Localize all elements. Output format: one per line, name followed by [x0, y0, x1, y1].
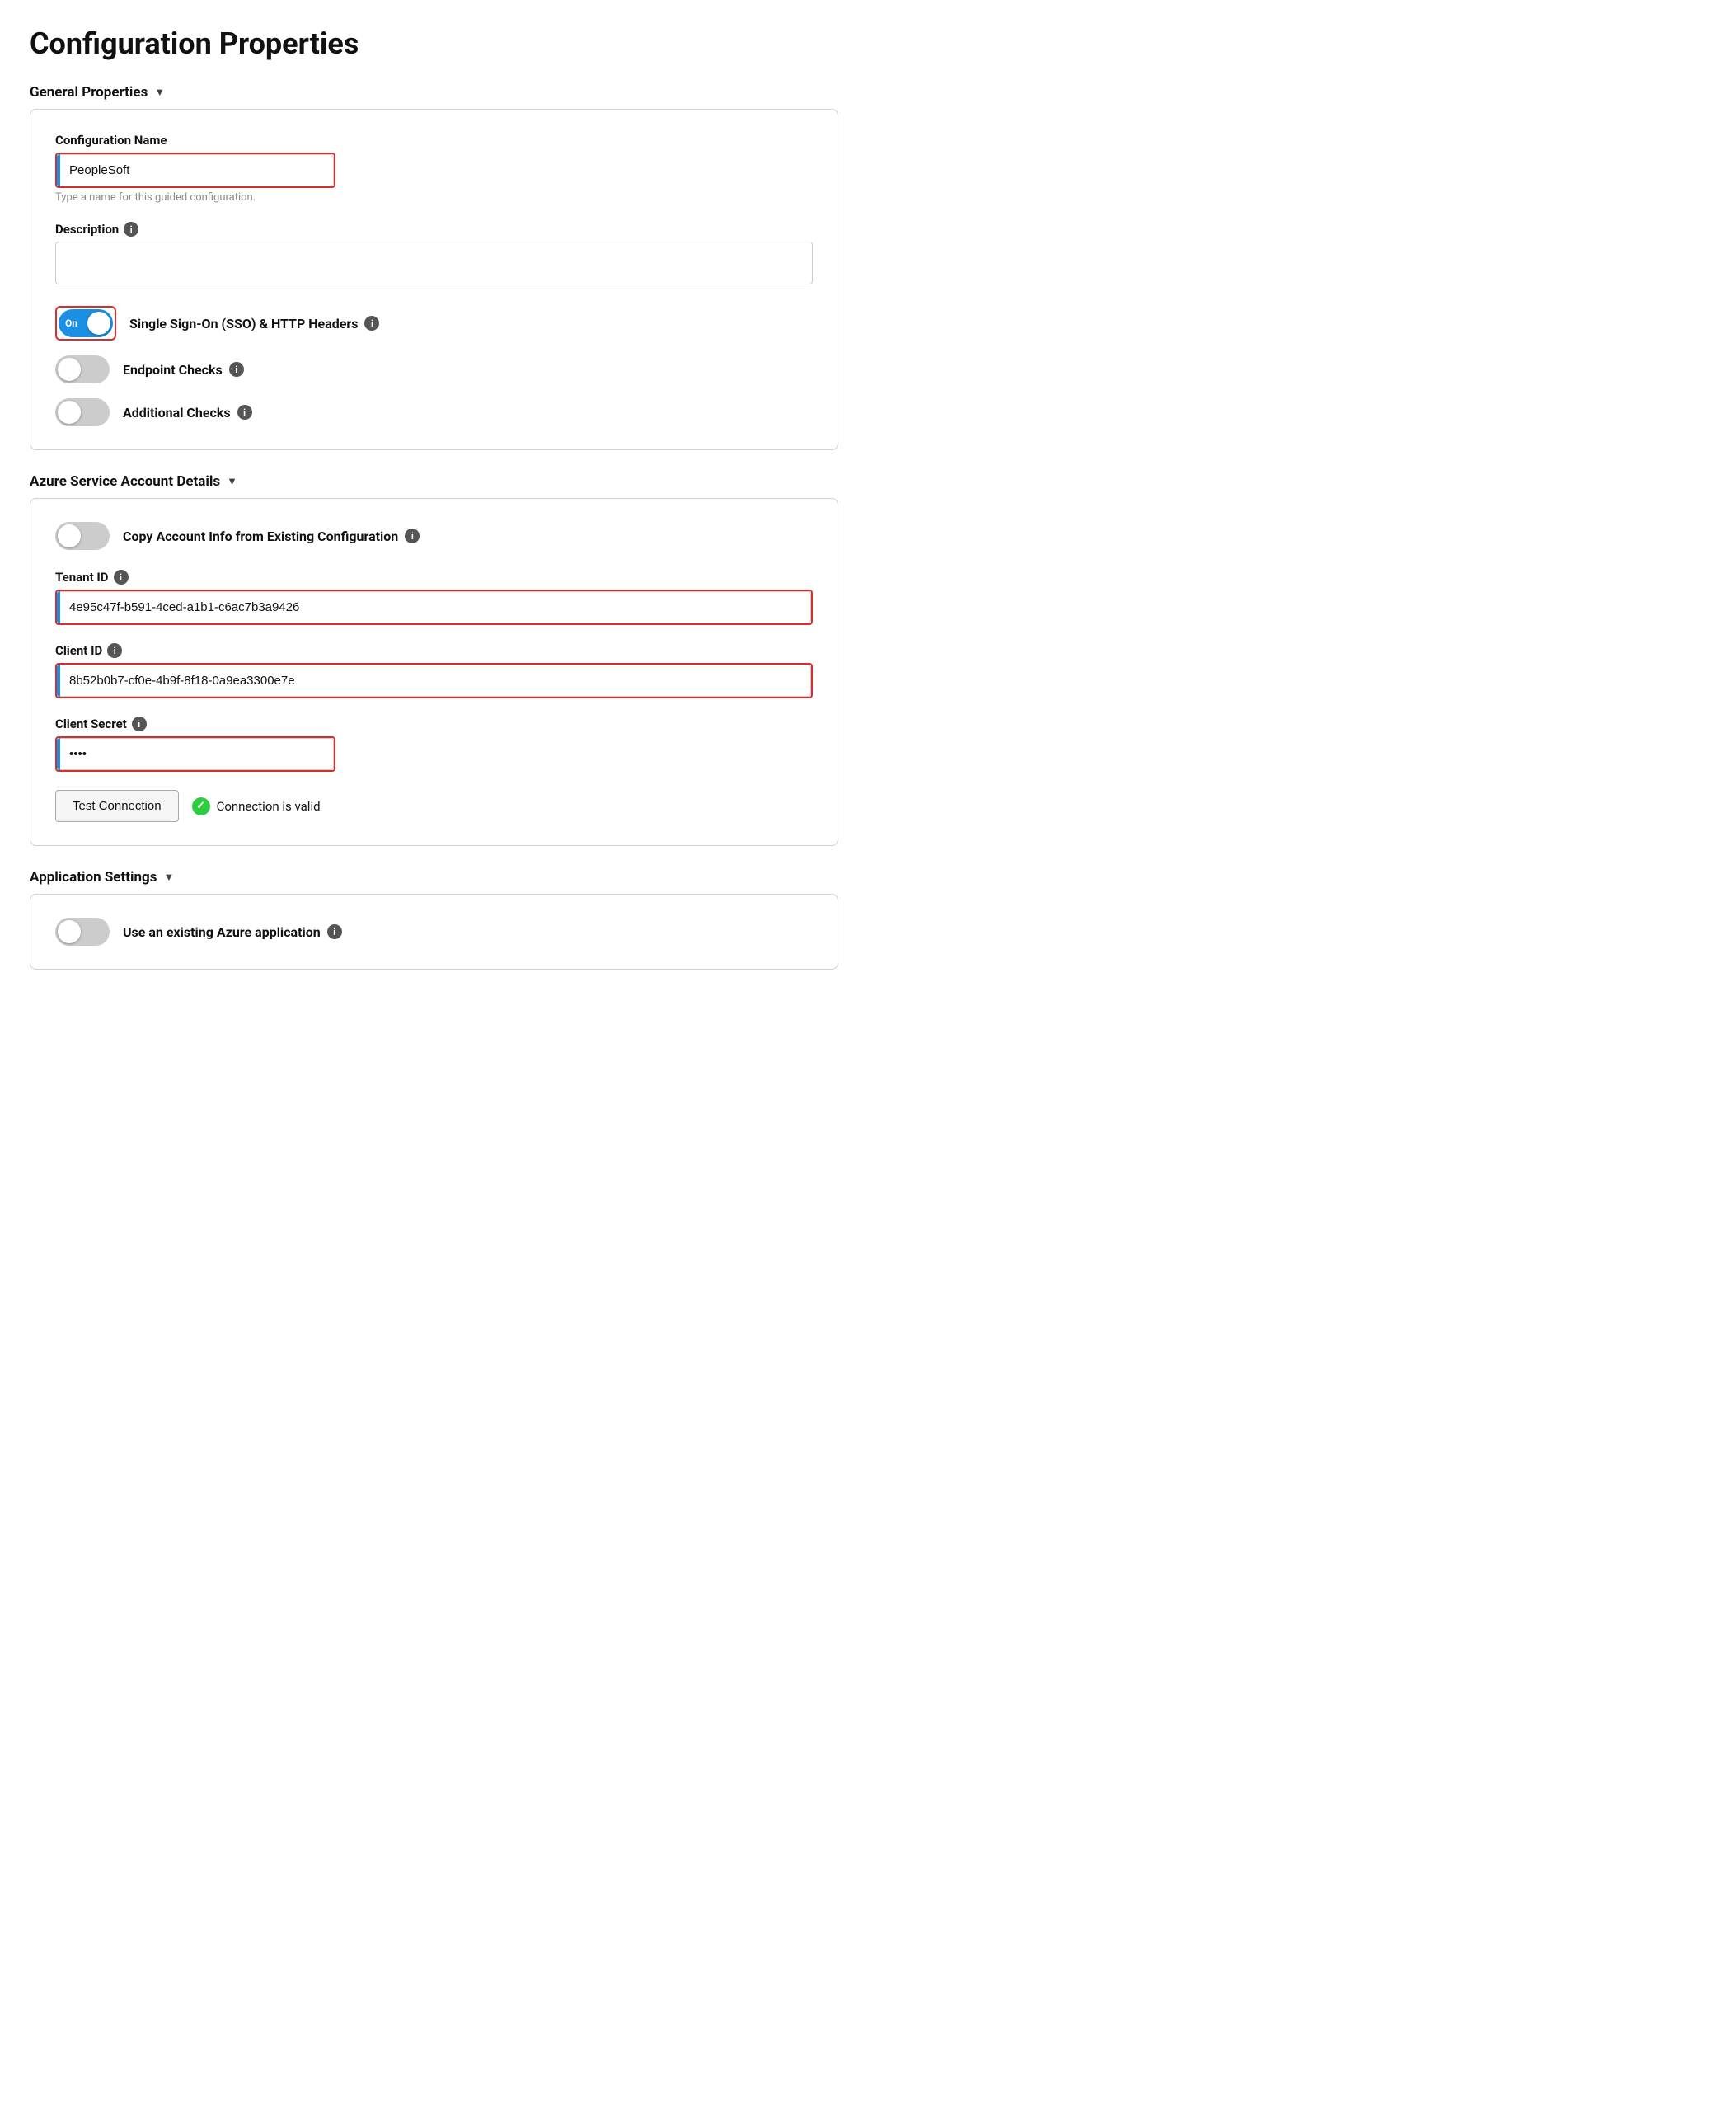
existing-app-toggle-row: Use an existing Azure application i	[55, 918, 813, 946]
endpoint-info-icon[interactable]: i	[229, 362, 244, 377]
azure-section-header: Azure Service Account Details ▼	[30, 473, 838, 490]
azure-section-label: Azure Service Account Details	[30, 473, 220, 490]
sso-toggle-track[interactable]: On	[59, 309, 113, 337]
sso-info-icon[interactable]: i	[364, 316, 379, 331]
endpoint-toggle-switch[interactable]	[55, 355, 110, 383]
copy-account-toggle-row: Copy Account Info from Existing Configur…	[55, 522, 813, 550]
client-secret-info-icon[interactable]: i	[132, 717, 147, 731]
client-id-group: Client ID i	[55, 643, 813, 698]
config-name-input[interactable]	[57, 154, 334, 186]
existing-app-toggle-track[interactable]	[55, 918, 110, 946]
azure-section-card: Copy Account Info from Existing Configur…	[30, 498, 838, 846]
app-settings-chevron[interactable]: ▼	[163, 871, 174, 884]
app-settings-card: Use an existing Azure application i	[30, 894, 838, 970]
copy-account-info-icon[interactable]: i	[405, 529, 420, 543]
tenant-id-group: Tenant ID i	[55, 570, 813, 625]
description-group: Description i	[55, 222, 813, 288]
client-id-label: Client ID i	[55, 643, 813, 658]
additional-toggle-row: Additional Checks i	[55, 398, 813, 426]
endpoint-toggle-row: Endpoint Checks i	[55, 355, 813, 383]
endpoint-label: Endpoint Checks i	[123, 362, 244, 378]
page-title: Configuration Properties	[30, 26, 838, 61]
copy-account-toggle-thumb	[58, 524, 81, 547]
existing-app-info-icon[interactable]: i	[327, 924, 342, 939]
tenant-id-input-wrapper	[57, 591, 811, 623]
general-properties-card: Configuration Name Type a name for this …	[30, 109, 838, 450]
description-label: Description i	[55, 222, 813, 237]
connection-valid-indicator: ✓ Connection is valid	[192, 797, 321, 815]
sso-toggle-outline: On	[55, 306, 116, 341]
endpoint-toggle-track[interactable]	[55, 355, 110, 383]
additional-label: Additional Checks i	[123, 405, 252, 421]
client-secret-outline	[55, 736, 335, 772]
client-secret-group: Client Secret i	[55, 717, 813, 772]
copy-account-toggle-track[interactable]	[55, 522, 110, 550]
sso-toggle-switch[interactable]: On	[59, 309, 113, 337]
connection-valid-text: Connection is valid	[217, 799, 321, 814]
tenant-id-label: Tenant ID i	[55, 570, 813, 585]
config-name-label: Configuration Name	[55, 133, 813, 148]
additional-info-icon[interactable]: i	[237, 405, 252, 420]
connection-valid-icon: ✓	[192, 797, 210, 815]
client-id-input-wrapper	[57, 665, 811, 697]
azure-section-chevron[interactable]: ▼	[227, 475, 237, 488]
test-connection-button[interactable]: Test Connection	[55, 790, 179, 822]
tenant-id-outline	[55, 590, 813, 625]
test-connection-row: Test Connection ✓ Connection is valid	[55, 790, 813, 822]
client-secret-label: Client Secret i	[55, 717, 813, 731]
sso-label: Single Sign-On (SSO) & HTTP Headers i	[129, 316, 379, 331]
copy-account-label: Copy Account Info from Existing Configur…	[123, 529, 420, 544]
app-settings-header: Application Settings ▼	[30, 869, 838, 886]
tenant-id-info-icon[interactable]: i	[114, 570, 129, 585]
config-name-hint: Type a name for this guided configuratio…	[55, 191, 813, 204]
sso-toggle-on-label: On	[65, 317, 77, 329]
additional-toggle-switch[interactable]	[55, 398, 110, 426]
existing-app-toggle-switch[interactable]	[55, 918, 110, 946]
sso-toggle-thumb	[87, 312, 110, 335]
additional-toggle-thumb	[58, 401, 81, 424]
endpoint-toggle-thumb	[58, 358, 81, 381]
general-properties-header: General Properties ▼	[30, 84, 838, 101]
client-secret-input-wrapper	[57, 738, 334, 770]
client-secret-input[interactable]	[57, 738, 334, 770]
existing-app-label: Use an existing Azure application i	[123, 924, 342, 940]
copy-account-toggle-switch[interactable]	[55, 522, 110, 550]
description-info-icon[interactable]: i	[124, 222, 138, 237]
client-id-info-icon[interactable]: i	[107, 643, 122, 658]
general-properties-label: General Properties	[30, 84, 148, 101]
app-settings-label: Application Settings	[30, 869, 157, 886]
existing-app-toggle-thumb	[58, 920, 81, 943]
config-name-group: Configuration Name Type a name for this …	[55, 133, 813, 204]
general-properties-chevron[interactable]: ▼	[154, 86, 165, 99]
client-id-outline	[55, 663, 813, 698]
tenant-id-input[interactable]	[57, 591, 811, 623]
config-name-outline	[55, 153, 335, 188]
sso-toggle-row: On Single Sign-On (SSO) & HTTP Headers i	[55, 306, 813, 341]
client-id-input[interactable]	[57, 665, 811, 697]
additional-toggle-track[interactable]	[55, 398, 110, 426]
description-input[interactable]	[55, 242, 813, 284]
config-name-input-wrapper	[57, 154, 334, 186]
